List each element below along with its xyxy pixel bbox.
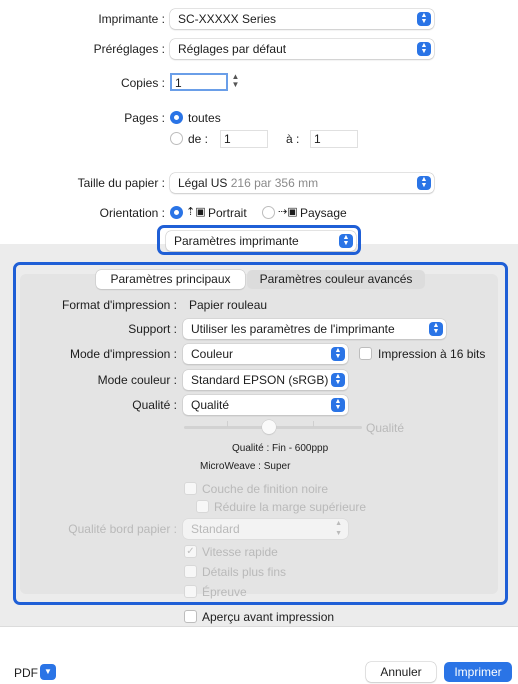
chevron-updown-icon: ▲ ▼ [417,176,431,190]
copies-input[interactable]: 1 [170,73,228,91]
settings-panel-highlight [13,262,508,605]
pages-all-radio[interactable] [170,111,183,124]
pages-from-input[interactable]: 1 [220,130,268,148]
orientation-landscape-radio[interactable] [262,206,275,219]
printer-select[interactable]: SC-XXXXX Series ▲ ▼ [170,9,434,29]
pages-from-label: de : [188,132,209,146]
chevron-updown-icon: ▲ ▼ [417,42,431,56]
print-button[interactable]: Imprimer [444,662,512,682]
orientation-landscape-label: Paysage [300,206,347,220]
preview-checkbox[interactable] [184,610,197,623]
pages-range-radio[interactable] [170,132,183,145]
printer-value: SC-XXXXX Series [178,12,277,26]
presets-label: Préréglages : [93,42,165,56]
pdf-menu-button[interactable]: ▼ [40,664,56,680]
stepper-down-icon: ▼ [231,80,240,89]
pdf-button-label[interactable]: PDF [14,666,38,680]
chevron-down-icon: ▼ [44,667,52,676]
printer-label: Imprimante : [98,12,165,26]
landscape-icon: ⇢▣ [278,206,298,218]
pages-label: Pages : [124,111,165,125]
preview-label: Aperçu avant impression [202,610,335,624]
copies-stepper[interactable]: ▲ ▼ [230,73,241,91]
portrait-icon: ⇡▣ [186,206,206,218]
cancel-button[interactable]: Annuler [366,662,436,682]
orientation-portrait-label: Portrait [208,206,247,220]
orientation-portrait-radio[interactable] [170,206,183,219]
orientation-label: Orientation : [99,206,165,220]
paper-size-value: Légal US [178,176,228,190]
paper-size-dimensions: 216 par 356 mm [230,176,319,190]
presets-value: Réglages par défaut [178,42,287,56]
paper-size-select[interactable]: Légal US 216 par 356 mm ▲ ▼ [170,173,434,193]
presets-select[interactable]: Réglages par défaut ▲ ▼ [170,39,434,59]
pages-to-input[interactable]: 1 [310,130,358,148]
paper-size-label: Taille du papier : [77,176,165,190]
section-select-highlight [157,225,361,255]
copies-label: Copies : [120,76,165,90]
footer-divider [0,626,518,627]
pages-all-label: toutes [188,111,221,125]
pages-to-label: à : [286,132,300,146]
chevron-updown-icon: ▲ ▼ [417,12,431,26]
